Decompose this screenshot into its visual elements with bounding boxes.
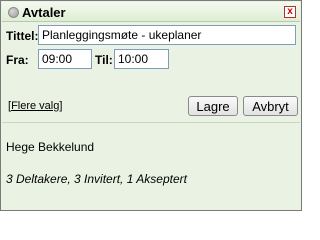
- participant-summary: 3 Deltakere, 3 Invitert, 1 Akseptert: [6, 172, 187, 186]
- title-label: Tittel:: [6, 29, 39, 43]
- to-time-input[interactable]: [114, 49, 169, 69]
- cancel-button[interactable]: Avbryt: [243, 96, 298, 116]
- appointment-info: Hege Bekkelund 3 Deltakere, 3 Invitert, …: [2, 124, 300, 209]
- to-label: Til:: [95, 53, 113, 67]
- appointment-form: Tittel: Fra: Til: [Flere valg] Lagre Avb…: [2, 23, 300, 123]
- title-bar[interactable]: Avtaler x: [2, 2, 300, 22]
- dialog-title: Avtaler: [22, 5, 66, 20]
- close-icon[interactable]: x: [284, 6, 296, 18]
- title-input[interactable]: [38, 25, 296, 45]
- more-options: [Flere valg]: [8, 100, 62, 112]
- organizer-name: Hege Bekkelund: [6, 140, 95, 154]
- bracket-close: ]: [59, 100, 63, 112]
- window-icon: [8, 7, 19, 18]
- more-options-link[interactable]: Flere valg: [11, 100, 59, 112]
- from-time-input[interactable]: [38, 49, 92, 69]
- save-button[interactable]: Lagre: [188, 96, 238, 116]
- appointment-dialog: Avtaler x Tittel: Fra: Til: [Flere valg]…: [0, 0, 302, 211]
- from-label: Fra:: [6, 53, 29, 67]
